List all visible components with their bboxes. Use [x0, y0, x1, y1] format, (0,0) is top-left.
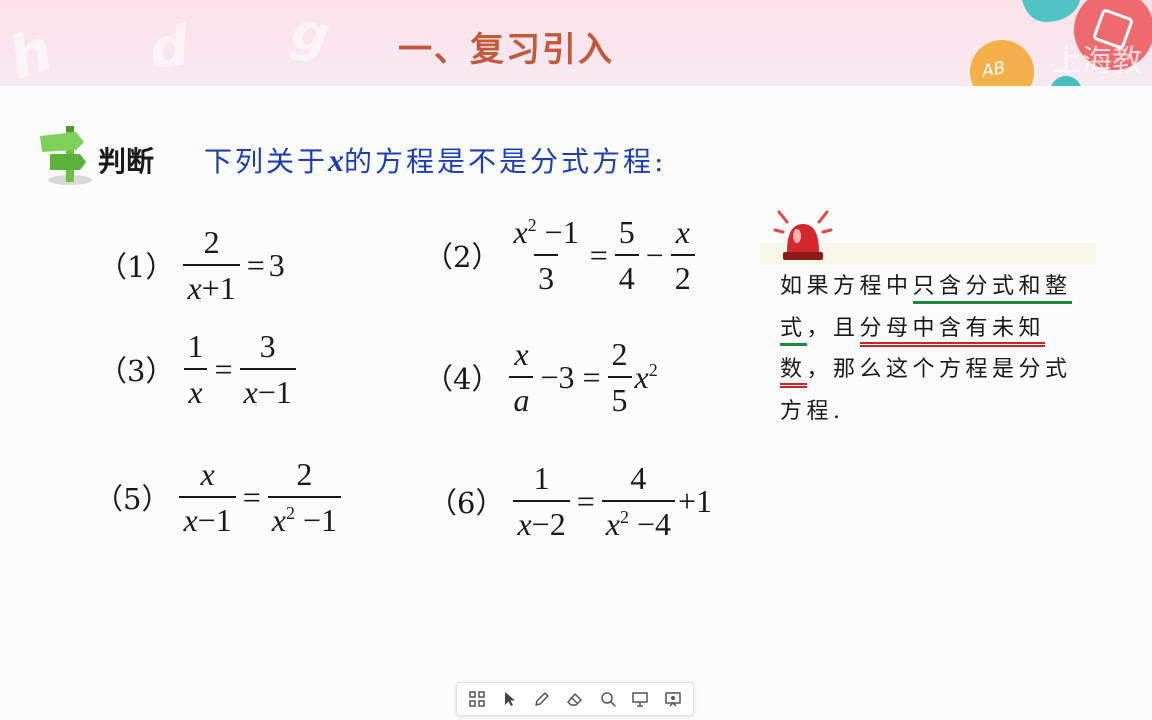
equation-5-fraction-1-denominator: x−1 [179, 496, 236, 538]
equation-5-fraction-2-numerator: 2 [296, 456, 313, 492]
equation-3-fraction-1-numerator: 1 [187, 328, 204, 364]
equation-1-numerator: 2 [203, 224, 220, 260]
equation-6-fraction-2-denominator: x2 −4 [601, 500, 675, 542]
question-variable: x [328, 142, 345, 178]
equation-3-fraction-2: 3 x−1 [239, 328, 296, 410]
equation-4-fraction-1: x a [509, 336, 534, 418]
equation-2-fraction-2-numerator: 5 [618, 214, 635, 250]
watermark: 上海教育 [1052, 44, 1142, 79]
equation-6-fraction-1: 1 x−2 [513, 460, 570, 542]
equation-4-fraction-1-numerator: x [514, 336, 529, 372]
search-icon[interactable] [595, 686, 621, 712]
pointer-icon[interactable] [497, 686, 523, 712]
slide-title: 一、复习引入 [398, 30, 614, 70]
equation-2-denominator: 3 [534, 254, 559, 296]
decor-letter-h: h [0, 15, 61, 86]
equation-6-fraction-1-numerator: 1 [533, 460, 550, 496]
equation-1-fraction: 2 x+1 [183, 224, 240, 306]
equation-3-fraction-2-denominator: x−1 [239, 368, 296, 410]
equation-2-fraction-2-denominator: 4 [614, 254, 639, 296]
tip-text-part-5: ，那么这个方程是分式方程. [780, 357, 1072, 424]
equation-6-fraction-2: 4 x2 −4 [601, 460, 675, 542]
equation-6: （6） 1 x−2 = 4 x2 −4 +1 [428, 460, 712, 542]
equation-5-fraction-2-denominator: x2 −1 [267, 496, 341, 538]
equation-4-minus-term: −3 [540, 358, 575, 395]
equation-6-label: （6） [428, 486, 505, 520]
signpost-icon [40, 126, 92, 185]
equation-2-numerator: x2 −1 [513, 214, 579, 250]
whiteboard-icon[interactable] [660, 686, 686, 712]
equation-2: （2） x2 −1 3 = 5 4 − x 2 [424, 214, 698, 296]
equals-sign: = [242, 478, 261, 515]
equation-2-fraction-3-denominator: 2 [670, 254, 695, 296]
equation-6-fraction-2-numerator: 4 [630, 460, 647, 496]
question-text: 下列关于x的方程是不是分式方程: [204, 140, 666, 180]
equation-4-tail: x2 [634, 358, 658, 395]
equation-5-fraction-1: x x−1 [179, 456, 236, 538]
equation-5-fraction-2: 2 x2 −1 [267, 456, 341, 538]
equation-1: （1） 2 x+1 = 3 [98, 224, 285, 306]
eraser-icon[interactable] [562, 686, 588, 712]
equation-6-fraction-1-denominator: x−2 [513, 500, 570, 542]
equation-4-fraction-1-denominator: a [509, 376, 534, 418]
equation-3-fraction-1-denominator: x [184, 368, 207, 410]
equation-2-label: （2） [424, 240, 501, 274]
tip-text: 如果方程中只含分式和整式，且分母中含有未知数，那么这个方程是分式方程. [780, 266, 1080, 432]
spotlight-icon[interactable] [627, 686, 653, 712]
minus-sign: − [645, 236, 664, 273]
pen-icon[interactable] [529, 686, 555, 712]
equation-1-rhs: 3 [268, 246, 285, 283]
decor-letter-d: d [145, 13, 193, 82]
equation-3-fraction-2-numerator: 3 [259, 328, 276, 364]
equation-5-fraction-1-numerator: x [200, 456, 215, 492]
grid-icon[interactable] [464, 686, 490, 712]
tip-text-part-3: ，且 [806, 315, 860, 341]
equation-6-tail: +1 [678, 482, 713, 519]
question-label: 判断 [98, 145, 155, 178]
decor-badge-text: AB [980, 58, 1007, 82]
equation-4-fraction-2-numerator: 2 [611, 336, 628, 372]
question-text-after: 的方程是不是分式方程: [344, 145, 667, 178]
equation-2-fraction-3-numerator: x [675, 214, 690, 250]
question-text-before: 下列关于 [204, 145, 329, 178]
equation-3-fraction-1: 1 x [183, 328, 207, 410]
equation-4-label: （4） [424, 362, 501, 396]
presentation-toolbar [456, 682, 694, 716]
equals-sign: = [589, 236, 608, 273]
equation-5: （5） x x−1 = 2 x2 −1 [94, 456, 344, 538]
equals-sign: = [246, 246, 265, 283]
equals-sign: = [576, 482, 595, 519]
alarm-siren-icon [773, 210, 833, 260]
equation-1-denominator: x+1 [183, 264, 240, 306]
equals-sign: = [214, 350, 233, 387]
equation-2-fraction-2: 5 4 [614, 214, 639, 296]
decor-letter-g: g [287, 1, 335, 67]
equation-2-fraction-3: x 2 [670, 214, 695, 296]
equation-4: （4） x a −3 = 2 5 x2 [424, 336, 658, 418]
equation-3: （3） 1 x = 3 x−1 [98, 328, 299, 410]
equation-2-fraction-1: x2 −1 3 [509, 214, 582, 296]
equation-4-fraction-2: 2 5 [607, 336, 632, 418]
equation-3-label: （3） [98, 354, 175, 388]
equation-5-label: （5） [94, 482, 171, 516]
equation-4-fraction-2-denominator: 5 [607, 376, 632, 418]
tip-text-part-1: 如果方程中 [780, 274, 913, 299]
equals-sign: = [582, 358, 601, 395]
equation-1-label: （1） [98, 250, 175, 284]
slide-header: h d g 一、复习引入 AB 上海教育 [0, 0, 1152, 86]
